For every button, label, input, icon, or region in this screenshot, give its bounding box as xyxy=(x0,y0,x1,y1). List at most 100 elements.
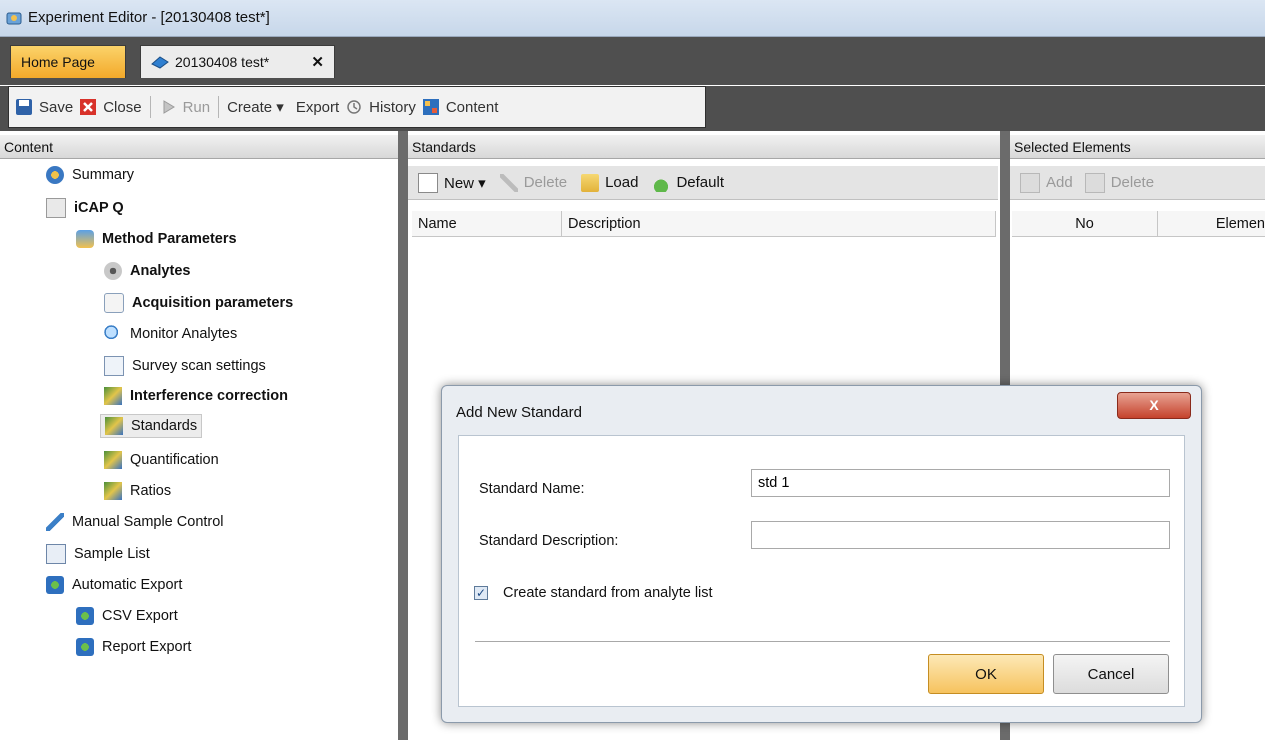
tree-item-label: iCAP Q xyxy=(74,200,124,216)
export-icon xyxy=(76,638,94,656)
tree-item-quantification[interactable]: Quantification xyxy=(104,451,219,469)
history-label: History xyxy=(369,98,416,116)
tree-item-sample-list[interactable]: Sample List xyxy=(46,544,150,564)
tree-item-analytes[interactable]: Analytes xyxy=(104,262,190,280)
standards-toolbar: New ▾ Delete Load Default xyxy=(408,166,998,200)
tab-label: Home Page xyxy=(21,54,95,70)
tree-item-acquisition-parameters[interactable]: Acquisition parameters xyxy=(104,293,293,313)
run-button[interactable]: Run xyxy=(159,98,211,116)
pen-icon xyxy=(46,513,64,531)
close-red-icon xyxy=(80,99,97,115)
graph-icon xyxy=(105,417,123,435)
tree-item-csv-export[interactable]: CSV Export xyxy=(76,607,178,625)
export-button[interactable]: Export xyxy=(296,99,339,116)
delete-standard-button[interactable]: Delete xyxy=(499,173,567,192)
summary-icon xyxy=(46,166,64,184)
column-label: No xyxy=(1075,216,1094,232)
column-label: Name xyxy=(418,216,457,232)
column-header-description[interactable]: Description xyxy=(562,211,996,237)
panel-divider[interactable] xyxy=(398,131,408,740)
instrument-icon xyxy=(46,198,66,218)
dialog-body: Standard Name: Standard Description: ✓ C… xyxy=(458,435,1185,707)
create-label: Create ▾ xyxy=(227,99,284,116)
tab-label: 20130408 test* xyxy=(175,54,270,70)
new-document-icon xyxy=(418,172,438,193)
tree-item-icapq[interactable]: iCAP Q xyxy=(46,198,124,218)
standard-name-input[interactable] xyxy=(751,469,1170,497)
tree-item-label: Quantification xyxy=(130,452,219,468)
dialog-title: Add New Standard xyxy=(456,404,582,421)
new-label: New ▾ xyxy=(444,174,486,192)
save-label: Save xyxy=(39,98,74,116)
load-label: Load xyxy=(605,174,639,191)
tree-item-survey-scan-settings[interactable]: Survey scan settings xyxy=(104,356,266,376)
toolbar-separator xyxy=(218,96,220,118)
tree-item-label: Automatic Export xyxy=(72,577,183,593)
tab-home-page[interactable]: Home Page xyxy=(10,45,126,78)
tree-item-report-export[interactable]: Report Export xyxy=(76,638,191,656)
column-header-element[interactable]: Elemen xyxy=(1158,211,1265,237)
folder-icon xyxy=(581,173,600,192)
export-label: Export xyxy=(295,98,340,116)
history-button[interactable]: History xyxy=(345,98,416,116)
atom-icon xyxy=(104,262,122,280)
cancel-button[interactable]: Cancel xyxy=(1053,654,1169,694)
save-button[interactable]: Save xyxy=(15,98,73,116)
tree-item-label: Interference correction xyxy=(130,388,288,404)
magnifier-icon xyxy=(104,325,122,343)
tree-item-method-parameters[interactable]: Method Parameters xyxy=(76,230,237,248)
tab-strip: Home Page 20130408 test* ✕ xyxy=(0,37,1265,85)
tree-item-label: Acquisition parameters xyxy=(132,295,294,311)
selected-grid-header: No Elemen xyxy=(1012,211,1265,237)
create-from-analyte-list-checkbox[interactable]: ✓ xyxy=(474,586,488,600)
tree-item-label: Monitor Analytes xyxy=(130,326,238,342)
dialog-close-button[interactable]: X xyxy=(1117,392,1191,419)
delete-element-button[interactable]: Delete xyxy=(1084,172,1155,193)
tree-item-manual-sample-control[interactable]: Manual Sample Control xyxy=(46,513,224,531)
selected-header-label: Selected Elements xyxy=(1014,139,1131,155)
checkbox-label: Create standard from analyte list xyxy=(503,585,713,601)
sample-list-icon xyxy=(46,544,66,564)
tree-item-label: Method Parameters xyxy=(102,231,237,247)
add-new-standard-dialog: Add New Standard X Standard Name: Standa… xyxy=(441,385,1202,723)
play-icon xyxy=(163,100,175,114)
tree-item-label: CSV Export xyxy=(102,608,178,624)
window-title: Experiment Editor - [20130408 test*] xyxy=(28,9,270,26)
column-header-no[interactable]: No xyxy=(1012,211,1158,237)
create-dropdown[interactable]: Create ▾ xyxy=(227,98,284,116)
selected-elements-header: Selected Elements xyxy=(1010,135,1265,159)
standard-description-label: Standard Description: xyxy=(479,533,619,549)
tree-item-label: Sample List xyxy=(74,546,150,562)
close-button[interactable]: Close xyxy=(79,98,142,116)
load-standard-button[interactable]: Load xyxy=(581,173,639,192)
standards-grid-header: Name Description xyxy=(412,211,996,237)
close-tab-icon[interactable]: ✕ xyxy=(311,53,324,71)
default-standard-button[interactable]: Default xyxy=(652,173,724,192)
content-icon xyxy=(422,99,439,115)
dialog-separator xyxy=(475,641,1170,642)
tree-item-monitor-analytes[interactable]: Monitor Analytes xyxy=(104,325,237,343)
ok-button[interactable]: OK xyxy=(928,654,1044,694)
tree-item-ratios[interactable]: Ratios xyxy=(104,482,171,500)
tree-item-standards[interactable]: Standards xyxy=(100,414,203,438)
tree-item-interference-correction[interactable]: Interference correction xyxy=(104,387,288,405)
floppy-disk-icon xyxy=(16,99,32,115)
standards-header-label: Standards xyxy=(412,139,476,155)
tree-item-summary[interactable]: Summary xyxy=(46,166,134,184)
standard-name-label: Standard Name: xyxy=(479,481,585,497)
tree-item-automatic-export[interactable]: Automatic Export xyxy=(46,576,182,594)
content-button[interactable]: Content xyxy=(422,98,498,116)
add-label: Add xyxy=(1046,174,1073,191)
selected-elements-toolbar: Add Delete xyxy=(1010,166,1265,200)
add-element-button[interactable]: Add xyxy=(1020,172,1073,193)
tab-experiment[interactable]: 20130408 test* ✕ xyxy=(140,45,335,78)
run-label: Run xyxy=(182,98,211,116)
add-grid-icon xyxy=(1020,172,1040,193)
new-standard-button[interactable]: New ▾ xyxy=(418,172,486,193)
standard-description-input[interactable] xyxy=(751,521,1170,549)
column-label: Elemen xyxy=(1215,216,1265,232)
flask-icon xyxy=(652,173,671,192)
graph-icon xyxy=(104,451,122,469)
delete-label: Delete xyxy=(1110,174,1155,191)
column-header-name[interactable]: Name xyxy=(412,211,562,237)
